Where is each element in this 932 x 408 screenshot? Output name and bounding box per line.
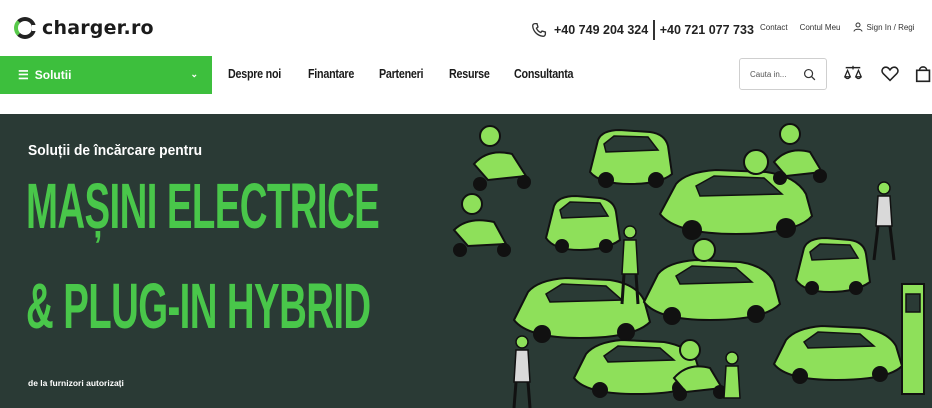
scooter-illustration: [472, 125, 531, 191]
my-account-link[interactable]: Contul Meu: [800, 23, 841, 32]
person-illustration: [872, 181, 896, 261]
charging-station-illustration: [901, 283, 925, 395]
search-input[interactable]: Cauta in...: [739, 58, 827, 90]
scooter-illustration: [452, 193, 511, 257]
chevron-down-icon: ⌄: [190, 69, 198, 79]
cart-icon[interactable]: [914, 64, 932, 84]
person-illustration: [723, 351, 741, 399]
car-illustration: [794, 236, 872, 295]
solutii-label: Solutii: [34, 68, 72, 82]
solutii-dropdown[interactable]: ☰ Solutii ⌄: [0, 56, 212, 94]
brand-name: charger.ro: [42, 17, 154, 39]
hero-banner: Soluții de încărcare pentru MAȘINI ELECT…: [0, 114, 932, 408]
menu-icon: ☰: [18, 68, 29, 82]
heart-icon[interactable]: [880, 64, 900, 84]
nav-finantare[interactable]: Finantare: [308, 67, 354, 81]
phone-icon: [532, 22, 547, 37]
signin-link[interactable]: Sign In / Regi: [867, 23, 915, 32]
menu-links: Despre noi Finantare Parteneri Resurse C…: [228, 67, 601, 81]
hero-footnote: de la furnizori autorizați: [28, 378, 124, 388]
logo[interactable]: charger.ro: [14, 17, 154, 39]
nav-parteneri[interactable]: Parteneri: [379, 67, 424, 81]
nav-despre-noi[interactable]: Despre noi: [228, 67, 281, 81]
top-bar: charger.ro +40 749 204 324 +40 721 077 7…: [0, 0, 932, 56]
account-links: Contact Contul Meu Sign In / Regi: [760, 22, 915, 32]
nav-consultanta[interactable]: Consultanta: [514, 67, 574, 81]
car-illustration: [544, 194, 622, 253]
phone-divider: [653, 20, 655, 40]
phone-number-2[interactable]: +40 721 077 733: [660, 23, 754, 37]
nav-resurse[interactable]: Resurse: [449, 67, 490, 81]
logo-icon: [14, 17, 38, 39]
ev-illustration: [452, 123, 925, 408]
scooter-illustration: [672, 339, 727, 401]
scooter-illustration: [772, 123, 827, 185]
car-illustration: [642, 238, 782, 325]
hero-title-line-1: MAȘINI ELECTRICE: [26, 170, 380, 242]
search-placeholder: Cauta in...: [750, 69, 787, 79]
compare-icon[interactable]: [843, 64, 863, 84]
hero-subtitle: Soluții de încărcare pentru: [28, 142, 203, 159]
car-illustration: [588, 128, 674, 188]
contact-link[interactable]: Contact: [760, 23, 788, 32]
main-nav: ☰ Solutii ⌄ Despre noi Finantare Partene…: [0, 56, 932, 114]
hero-title-line-2: & PLUG-IN HYBRID: [26, 270, 371, 342]
phone-number-1[interactable]: +40 749 204 324: [554, 23, 648, 37]
search-icon[interactable]: [803, 68, 816, 81]
person-illustration: [512, 335, 532, 408]
car-illustration: [512, 276, 652, 343]
car-illustration: [772, 324, 904, 384]
phone-numbers: +40 749 204 324 +40 721 077 733: [530, 20, 754, 40]
user-icon: [853, 22, 862, 32]
